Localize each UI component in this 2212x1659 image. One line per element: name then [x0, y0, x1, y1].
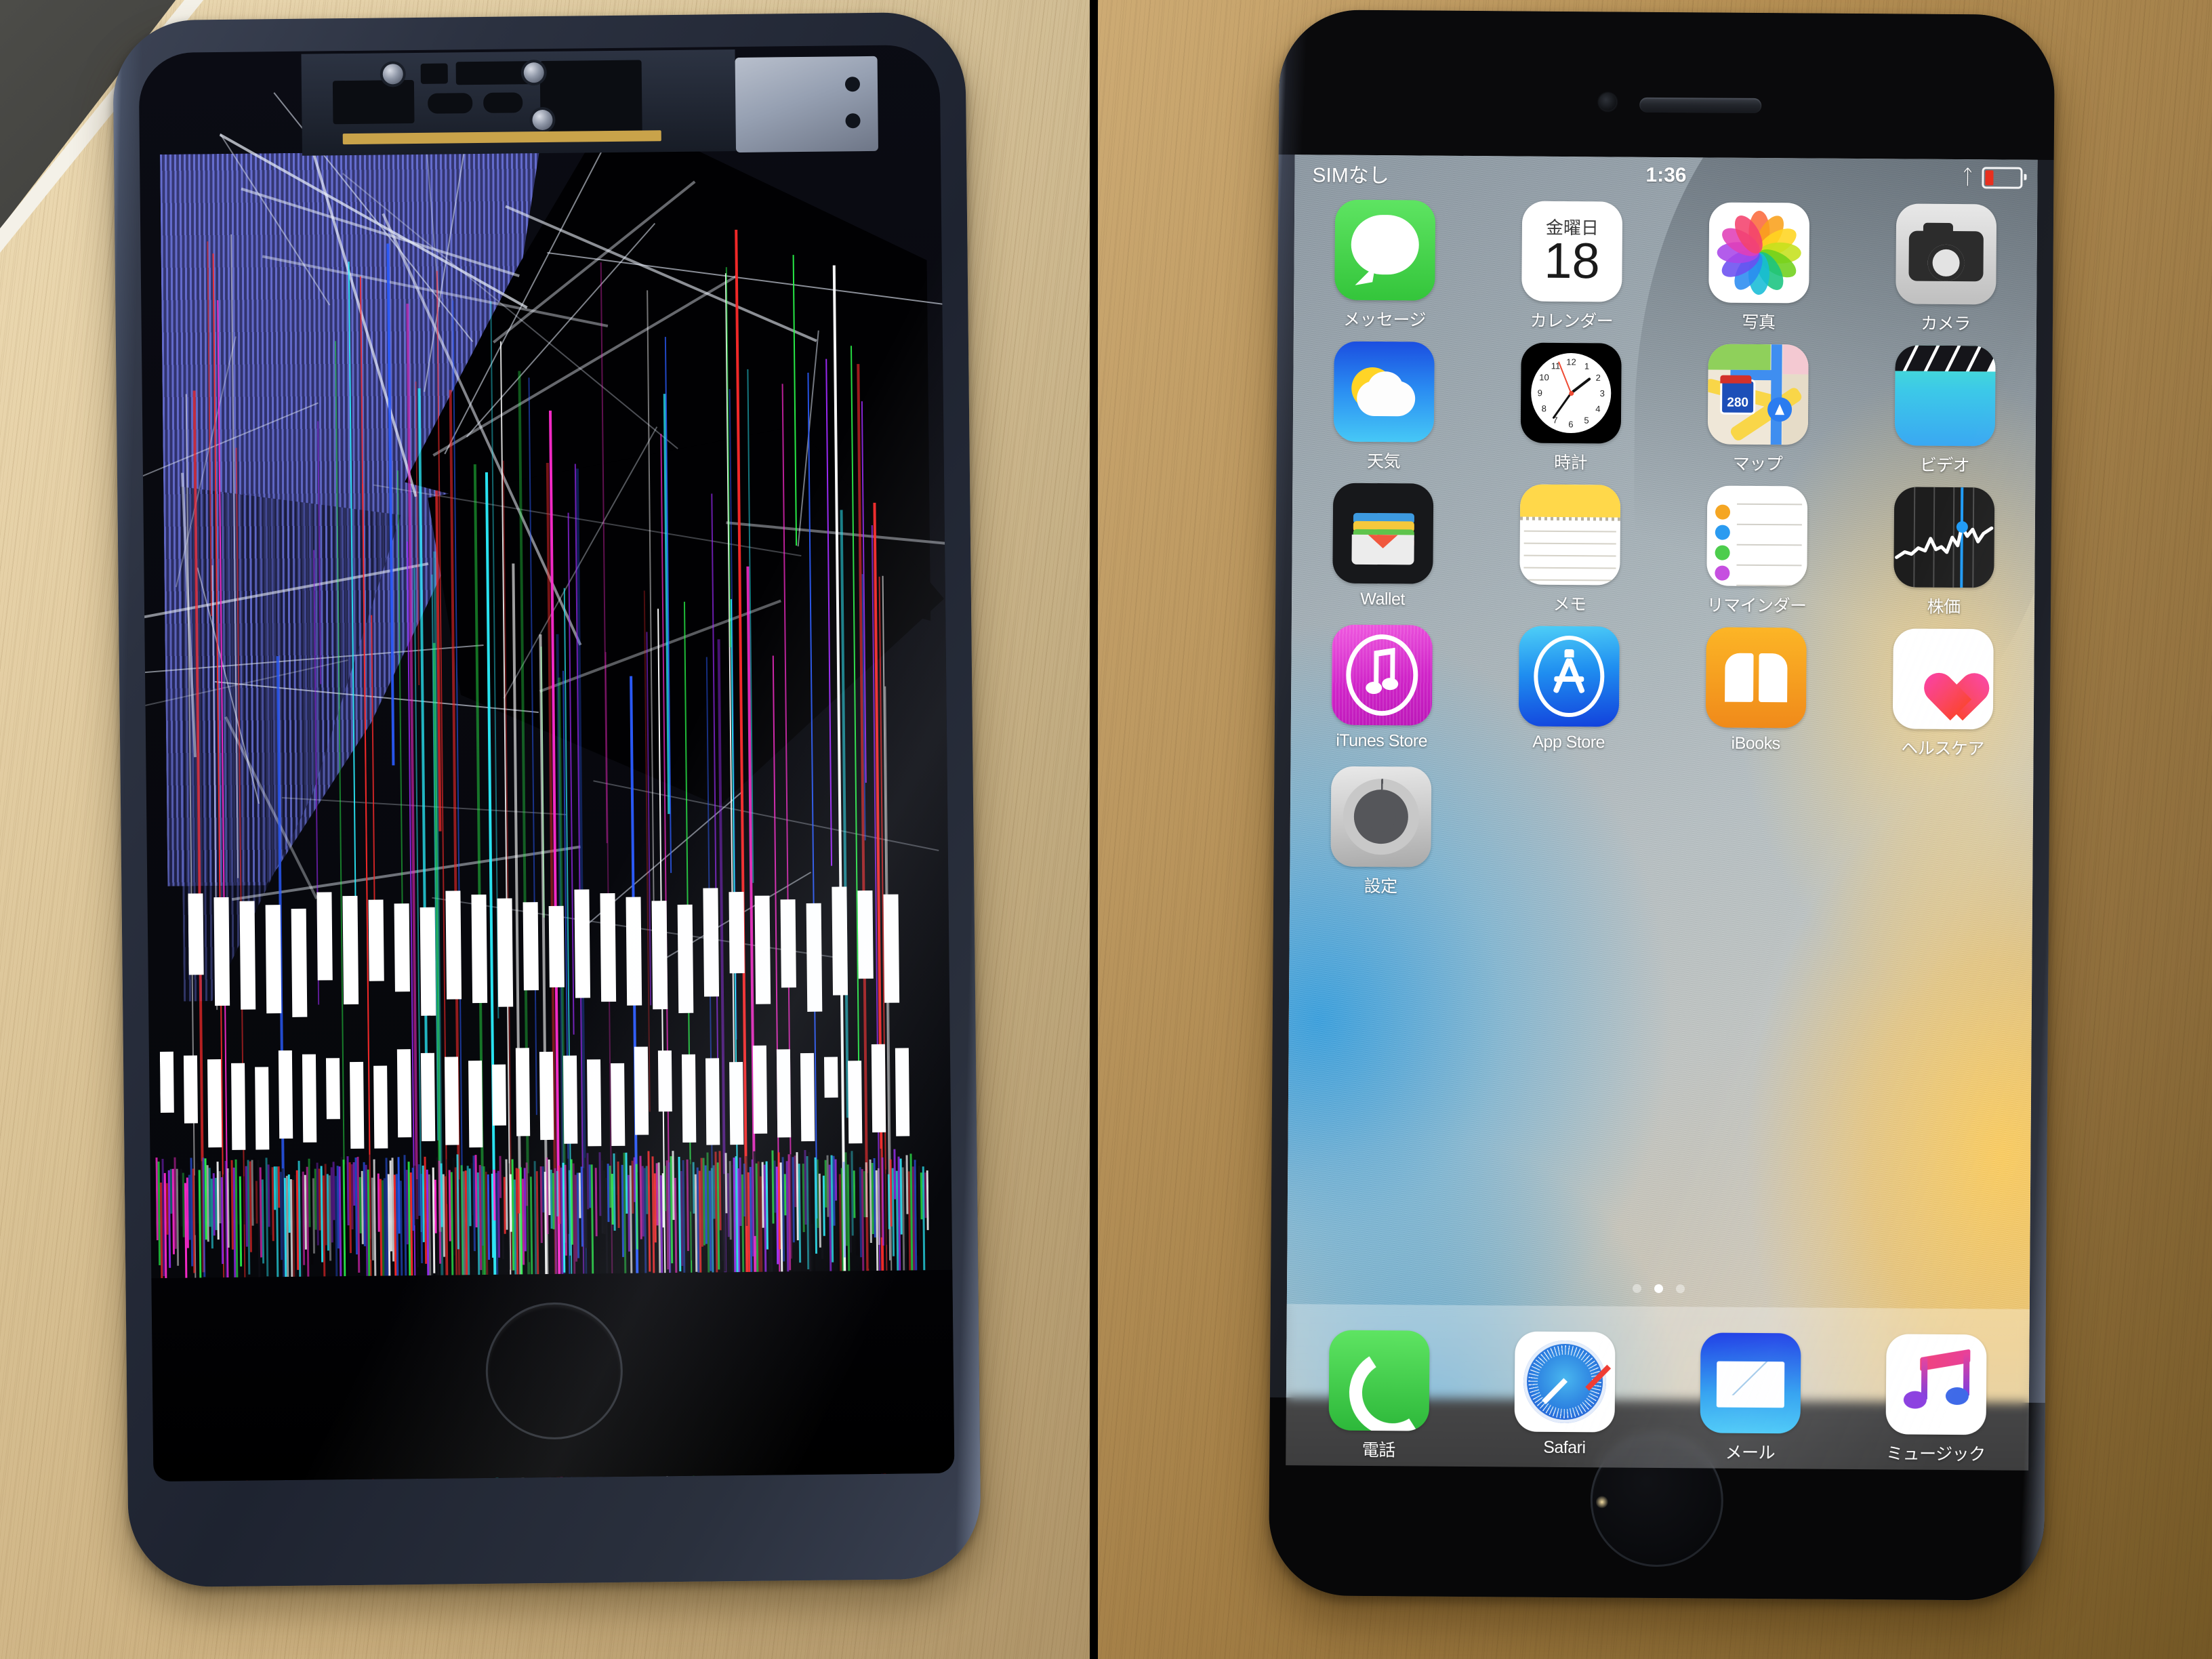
app-cell-clock[interactable]: 1 2 3 4 5 6 7 8 9 10 11 12 時計: [1504, 342, 1637, 474]
right-panel-repaired-phone: SIMなし 1:36 ᛏ メッセージ 金曜日 18 カレンダー 写真 カメラ天気 1 2 3 4 5…: [1098, 0, 2212, 1659]
top-bezel: [1279, 9, 2055, 160]
page-dot[interactable]: [1654, 1284, 1662, 1293]
dock-label: 電話: [1362, 1437, 1395, 1461]
app-cell-wallet[interactable]: Wallet: [1316, 483, 1450, 614]
app-label: iBooks: [1732, 734, 1780, 754]
app-cell-notes[interactable]: メモ: [1503, 484, 1637, 615]
dock-label: ミュージック: [1886, 1440, 1986, 1465]
clock-label: 1:36: [1294, 161, 2037, 190]
reminders-icon[interactable]: [1706, 485, 1807, 586]
dock-label: Safari: [1543, 1438, 1586, 1458]
app-icon-grid: メッセージ 金曜日 18 カレンダー 写真 カメラ天気 1 2 3 4 5 6 7 8 9 10 11 12 時計 2…: [1290, 199, 2037, 913]
itunes-store-icon[interactable]: [1332, 625, 1433, 726]
app-row: Wallet メモ リマインダー 株価: [1316, 483, 2011, 618]
ibooks-icon[interactable]: [1706, 627, 1807, 728]
broken-iphone: [112, 12, 981, 1587]
app-cell-app-store[interactable]: App Store: [1502, 626, 1635, 757]
page-dot[interactable]: [1632, 1284, 1641, 1293]
safari-icon[interactable]: [1515, 1332, 1616, 1433]
app-row: メッセージ 金曜日 18 カレンダー 写真 カメラ: [1318, 199, 2013, 335]
stocks-icon[interactable]: [1893, 487, 1994, 588]
comparison-photo: SIMなし 1:36 ᛏ メッセージ 金曜日 18 カレンダー 写真 カメラ天気 1 2 3 4 5…: [0, 0, 2212, 1659]
empty-slot: [1688, 769, 1822, 900]
app-cell-weather[interactable]: 天気: [1317, 341, 1450, 472]
videos-icon[interactable]: [1895, 345, 1996, 446]
app-label: カレンダー: [1530, 308, 1614, 333]
app-cell-settings[interactable]: 設定: [1314, 766, 1448, 897]
front-camera-icon: [1599, 93, 1616, 110]
exposed-internals: [301, 49, 736, 156]
app-label: App Store: [1532, 733, 1605, 753]
iphone-screen: SIMなし 1:36 ᛏ メッセージ 金曜日 18 カレンダー 写真 カメラ天気 1 2 3 4 5…: [1286, 155, 2037, 1471]
app-cell-videos[interactable]: ビデオ: [1878, 345, 2011, 476]
app-label: メッセージ: [1343, 306, 1426, 331]
app-cell-stocks[interactable]: 株価: [1877, 487, 2011, 618]
app-label: ビデオ: [1920, 452, 1970, 477]
calendar-icon[interactable]: 金曜日 18: [1521, 201, 1622, 302]
maps-icon[interactable]: 280: [1708, 344, 1809, 445]
dock-item-mail[interactable]: メール: [1690, 1332, 1810, 1464]
app-label: ヘルスケア: [1901, 735, 1984, 760]
wallet-icon[interactable]: [1332, 483, 1433, 584]
app-label: 設定: [1364, 873, 1397, 897]
home-button[interactable]: [485, 1302, 623, 1440]
app-label: カメラ: [1921, 310, 1971, 335]
app-label: 株価: [1927, 594, 1960, 618]
app-row: 設定: [1314, 766, 2009, 901]
app-store-icon[interactable]: [1519, 626, 1620, 727]
earpiece-speaker-icon: [1639, 98, 1761, 113]
page-dot[interactable]: [1675, 1284, 1684, 1293]
camera-icon[interactable]: [1896, 203, 1996, 304]
status-bar: SIMなし 1:36 ᛏ: [1294, 155, 2037, 197]
lcd-noise-band: [155, 1148, 929, 1289]
settings-icon[interactable]: [1330, 766, 1431, 867]
app-cell-photos[interactable]: 写真: [1692, 202, 1826, 333]
photos-icon[interactable]: [1708, 202, 1809, 303]
notes-icon[interactable]: [1519, 485, 1620, 586]
app-cell-ibooks[interactable]: iBooks: [1689, 627, 1822, 758]
health-icon[interactable]: [1893, 628, 1994, 729]
dock-label: メール: [1725, 1439, 1775, 1465]
app-label: マップ: [1733, 451, 1783, 476]
app-label: Wallet: [1360, 590, 1405, 609]
battery-low-icon: [1982, 167, 2022, 188]
empty-slot: [1501, 767, 1635, 899]
app-cell-reminders[interactable]: リマインダー: [1690, 485, 1824, 617]
repaired-iphone: SIMなし 1:36 ᛏ メッセージ 金曜日 18 カレンダー 写真 カメラ天気 1 2 3 4 5…: [1269, 9, 2055, 1601]
bluetooth-icon: ᛏ: [1961, 167, 1973, 188]
music-icon[interactable]: [1886, 1334, 1987, 1435]
app-label: リマインダー: [1706, 592, 1806, 617]
dock-item-music[interactable]: ミュージック: [1876, 1334, 1996, 1465]
app-label: 時計: [1554, 449, 1587, 474]
app-cell-itunes-store[interactable]: iTunes Store: [1315, 624, 1449, 756]
app-row: iTunes Store App Store iBooks ヘルスケア: [1315, 624, 2010, 760]
weather-icon[interactable]: [1334, 342, 1435, 443]
app-cell-health[interactable]: ヘルスケア: [1876, 628, 2009, 760]
panel-divider: [1090, 0, 1098, 1659]
empty-slot: [1875, 770, 2009, 901]
clock-icon[interactable]: 1 2 3 4 5 6 7 8 9 10 11 12: [1521, 343, 1622, 444]
broken-screen: [138, 45, 954, 1481]
left-panel-broken-phone: [0, 0, 1090, 1659]
phone-icon[interactable]: [1329, 1330, 1430, 1431]
metal-shield-plate: [735, 56, 878, 152]
app-cell-calendar[interactable]: 金曜日 18 カレンダー: [1505, 201, 1639, 332]
dock: 電話 Safari メール ミュージック: [1286, 1304, 2030, 1471]
app-cell-maps[interactable]: 280 マップ: [1691, 344, 1824, 475]
app-label: メモ: [1553, 591, 1586, 615]
app-cell-messages[interactable]: メッセージ: [1318, 199, 1452, 331]
lcd-glitch-bar-band: [160, 1034, 914, 1151]
lcd-glitch-bar-band: [188, 868, 907, 1018]
app-label: 天気: [1367, 448, 1400, 472]
messages-icon[interactable]: [1334, 200, 1435, 301]
app-row: 天気 1 2 3 4 5 6 7 8 9 10 11 12 時計 280 マップ ビデオ: [1317, 341, 2011, 476]
dock-item-phone[interactable]: 電話: [1319, 1330, 1439, 1461]
dock-item-safari[interactable]: Safari: [1504, 1331, 1624, 1458]
app-label: iTunes Store: [1336, 731, 1427, 752]
app-label: 写真: [1742, 309, 1775, 333]
app-cell-camera[interactable]: カメラ: [1879, 203, 2013, 335]
mail-icon[interactable]: [1700, 1332, 1801, 1433]
